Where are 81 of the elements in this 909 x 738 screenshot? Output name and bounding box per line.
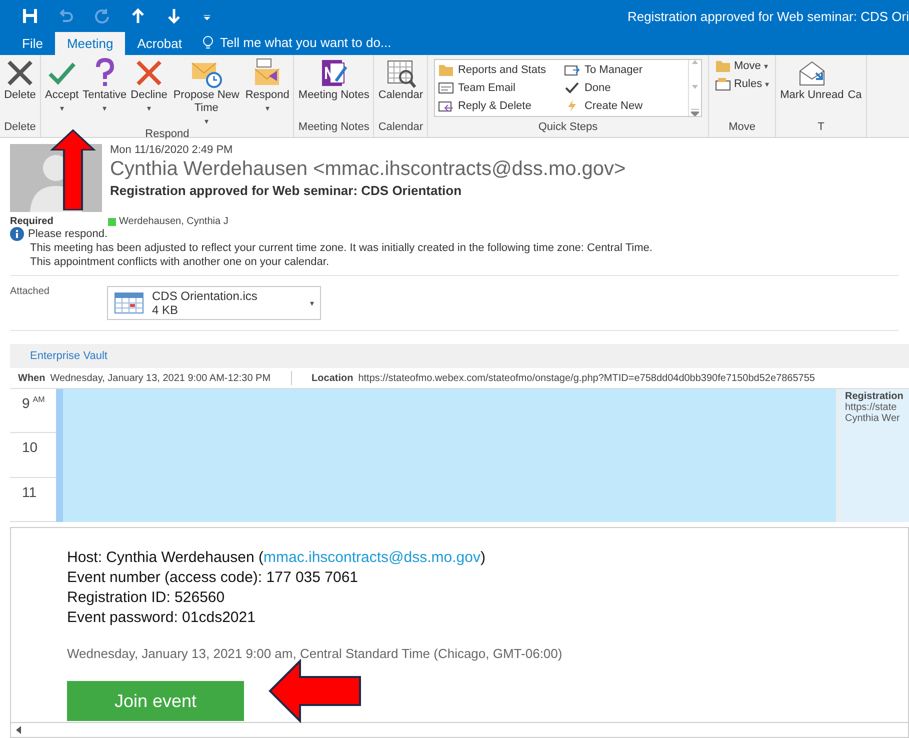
- hour-label: 10: [22, 439, 38, 458]
- sender: Cynthia Werdehausen <mmac.ihscontracts@dss.mo.gov>: [110, 158, 626, 181]
- ribbon-button[interactable]: Rules ▾: [714, 77, 770, 91]
- sent-date: Mon 11/16/2020 2:49 PM: [110, 144, 234, 156]
- location-value: https://stateofmo.webex.com/stateofmo/onstage/g.php?MTID=e758dd04d0bb390fe7150bd52e7865755: [358, 372, 815, 384]
- enterprise-vault-link[interactable]: Enterprise Vault: [10, 344, 909, 368]
- group-label: Meeting Notes: [297, 121, 370, 135]
- hour-label: 11: [22, 484, 37, 502]
- when-label: When: [18, 372, 46, 384]
- quick-step[interactable]: Reply & Delete: [438, 97, 564, 115]
- caret-icon: ▾: [102, 102, 107, 115]
- down-arrow-icon[interactable]: [166, 8, 182, 24]
- caret-icon: ▾: [147, 102, 152, 115]
- tell-me-field[interactable]: Tell me what you want to do...: [218, 34, 422, 51]
- group-label: Respond: [144, 128, 190, 140]
- conflict-appointment[interactable]: Registration https://state Cynthia Wer: [836, 389, 909, 522]
- ribbon-button[interactable]: Delete: [2, 57, 38, 121]
- horizontal-scrollbar[interactable]: [11, 722, 908, 737]
- quick-step[interactable]: Create New: [564, 97, 685, 115]
- caret-icon: ▾: [265, 102, 270, 115]
- hour-label: 9: [22, 395, 30, 413]
- ribbon-button[interactable]: Meeting Notes: [296, 57, 372, 121]
- envelope-reply-icon: [438, 99, 454, 113]
- am-label: AM: [32, 395, 45, 406]
- ribbon-tab[interactable]: Meeting: [54, 32, 126, 55]
- event-date: Wednesday, January 13, 2021 9:00 am, Central Standard Time (Chicago, GMT-06:00): [67, 646, 564, 661]
- scroll-up-icon[interactable]: [692, 60, 698, 64]
- check-icon: [564, 81, 580, 95]
- ribbon-button[interactable]: Mark Unread: [778, 57, 846, 121]
- up-arrow-icon[interactable]: [130, 8, 146, 24]
- folder-icon: [438, 63, 454, 77]
- ribbon-button[interactable]: Tentative ▾: [80, 57, 129, 128]
- info-text: This appointment conflicts with another one on your calendar.: [29, 255, 330, 269]
- expand-icon[interactable]: [690, 109, 699, 116]
- ribbon-tab[interactable]: File: [10, 32, 55, 55]
- attached-label: Attached: [10, 286, 50, 299]
- window-title: Registration approved for Web seminar: CDS Ori: [627, 8, 909, 24]
- ribbon-button[interactable]: Respond ▾: [243, 57, 292, 128]
- required-label: Required: [10, 216, 54, 227]
- quick-step[interactable]: Team Email: [438, 79, 564, 97]
- ribbon-button[interactable]: Propose New Time ▾: [169, 57, 244, 128]
- quick-step[interactable]: To Manager: [564, 61, 685, 79]
- host-text: Host: Cynthia Werdehausen (mmac.ihscontracts@dss.mo.gov): [67, 548, 486, 568]
- event-detail: Event password: 01cds2021: [67, 608, 256, 628]
- info-text: This meeting has been adjusted to reflect your current time zone. It was initially created in the following time zone: Central Time.: [29, 241, 652, 255]
- group-label: Calendar: [377, 121, 424, 135]
- envelope-icon: [438, 81, 454, 95]
- group-label: Delete: [3, 121, 37, 135]
- ribbon-tab[interactable]: Acrobat: [125, 32, 194, 55]
- scroll-down-icon[interactable]: [692, 84, 698, 88]
- when-value: Wednesday, January 13, 2021 9:00 AM-12:30 PM: [50, 372, 271, 384]
- attachment[interactable]: CDS Orientation.ics 4 KB ▾: [107, 286, 321, 320]
- envelope-icon: [714, 77, 731, 91]
- caret-icon: ▾: [310, 298, 314, 308]
- quick-step[interactable]: Done: [564, 79, 685, 97]
- ribbon-button[interactable]: Ca: [846, 57, 864, 121]
- lightbulb-icon: [202, 36, 214, 50]
- scroll-left-icon[interactable]: [15, 726, 23, 734]
- subject: Registration approved for Web seminar: CDS Orientation: [110, 183, 463, 198]
- attendee-name: Werdehausen, Cynthia J: [119, 216, 228, 227]
- event-detail: Registration ID: 526560: [67, 588, 226, 608]
- caret-icon: ▾: [60, 102, 64, 115]
- redo-icon[interactable]: [94, 8, 110, 24]
- info-text: Please respond.: [28, 227, 108, 241]
- caret-icon: ▾: [764, 62, 768, 70]
- caret-icon: ▾: [765, 80, 770, 88]
- calendar-file-icon: [114, 292, 144, 314]
- info-icon: [10, 227, 24, 241]
- ribbon-button[interactable]: Move ▾: [714, 59, 770, 73]
- location-label: Location: [312, 372, 354, 384]
- folder-icon: [714, 59, 731, 73]
- ribbon-button[interactable]: Calendar: [376, 57, 425, 121]
- ribbon-button[interactable]: Decline ▾: [128, 57, 170, 128]
- group-label: Move: [728, 121, 756, 135]
- ribbon-button[interactable]: Accept ▾: [43, 57, 81, 128]
- event-detail: Event number (access code): 177 035 7061: [67, 568, 360, 588]
- quick-step[interactable]: Reports and Stats: [438, 61, 564, 79]
- group-label: Quick Steps: [537, 121, 599, 135]
- group-label: T: [816, 121, 826, 135]
- caret-icon: ▾: [204, 115, 208, 128]
- undo-icon[interactable]: [58, 8, 74, 24]
